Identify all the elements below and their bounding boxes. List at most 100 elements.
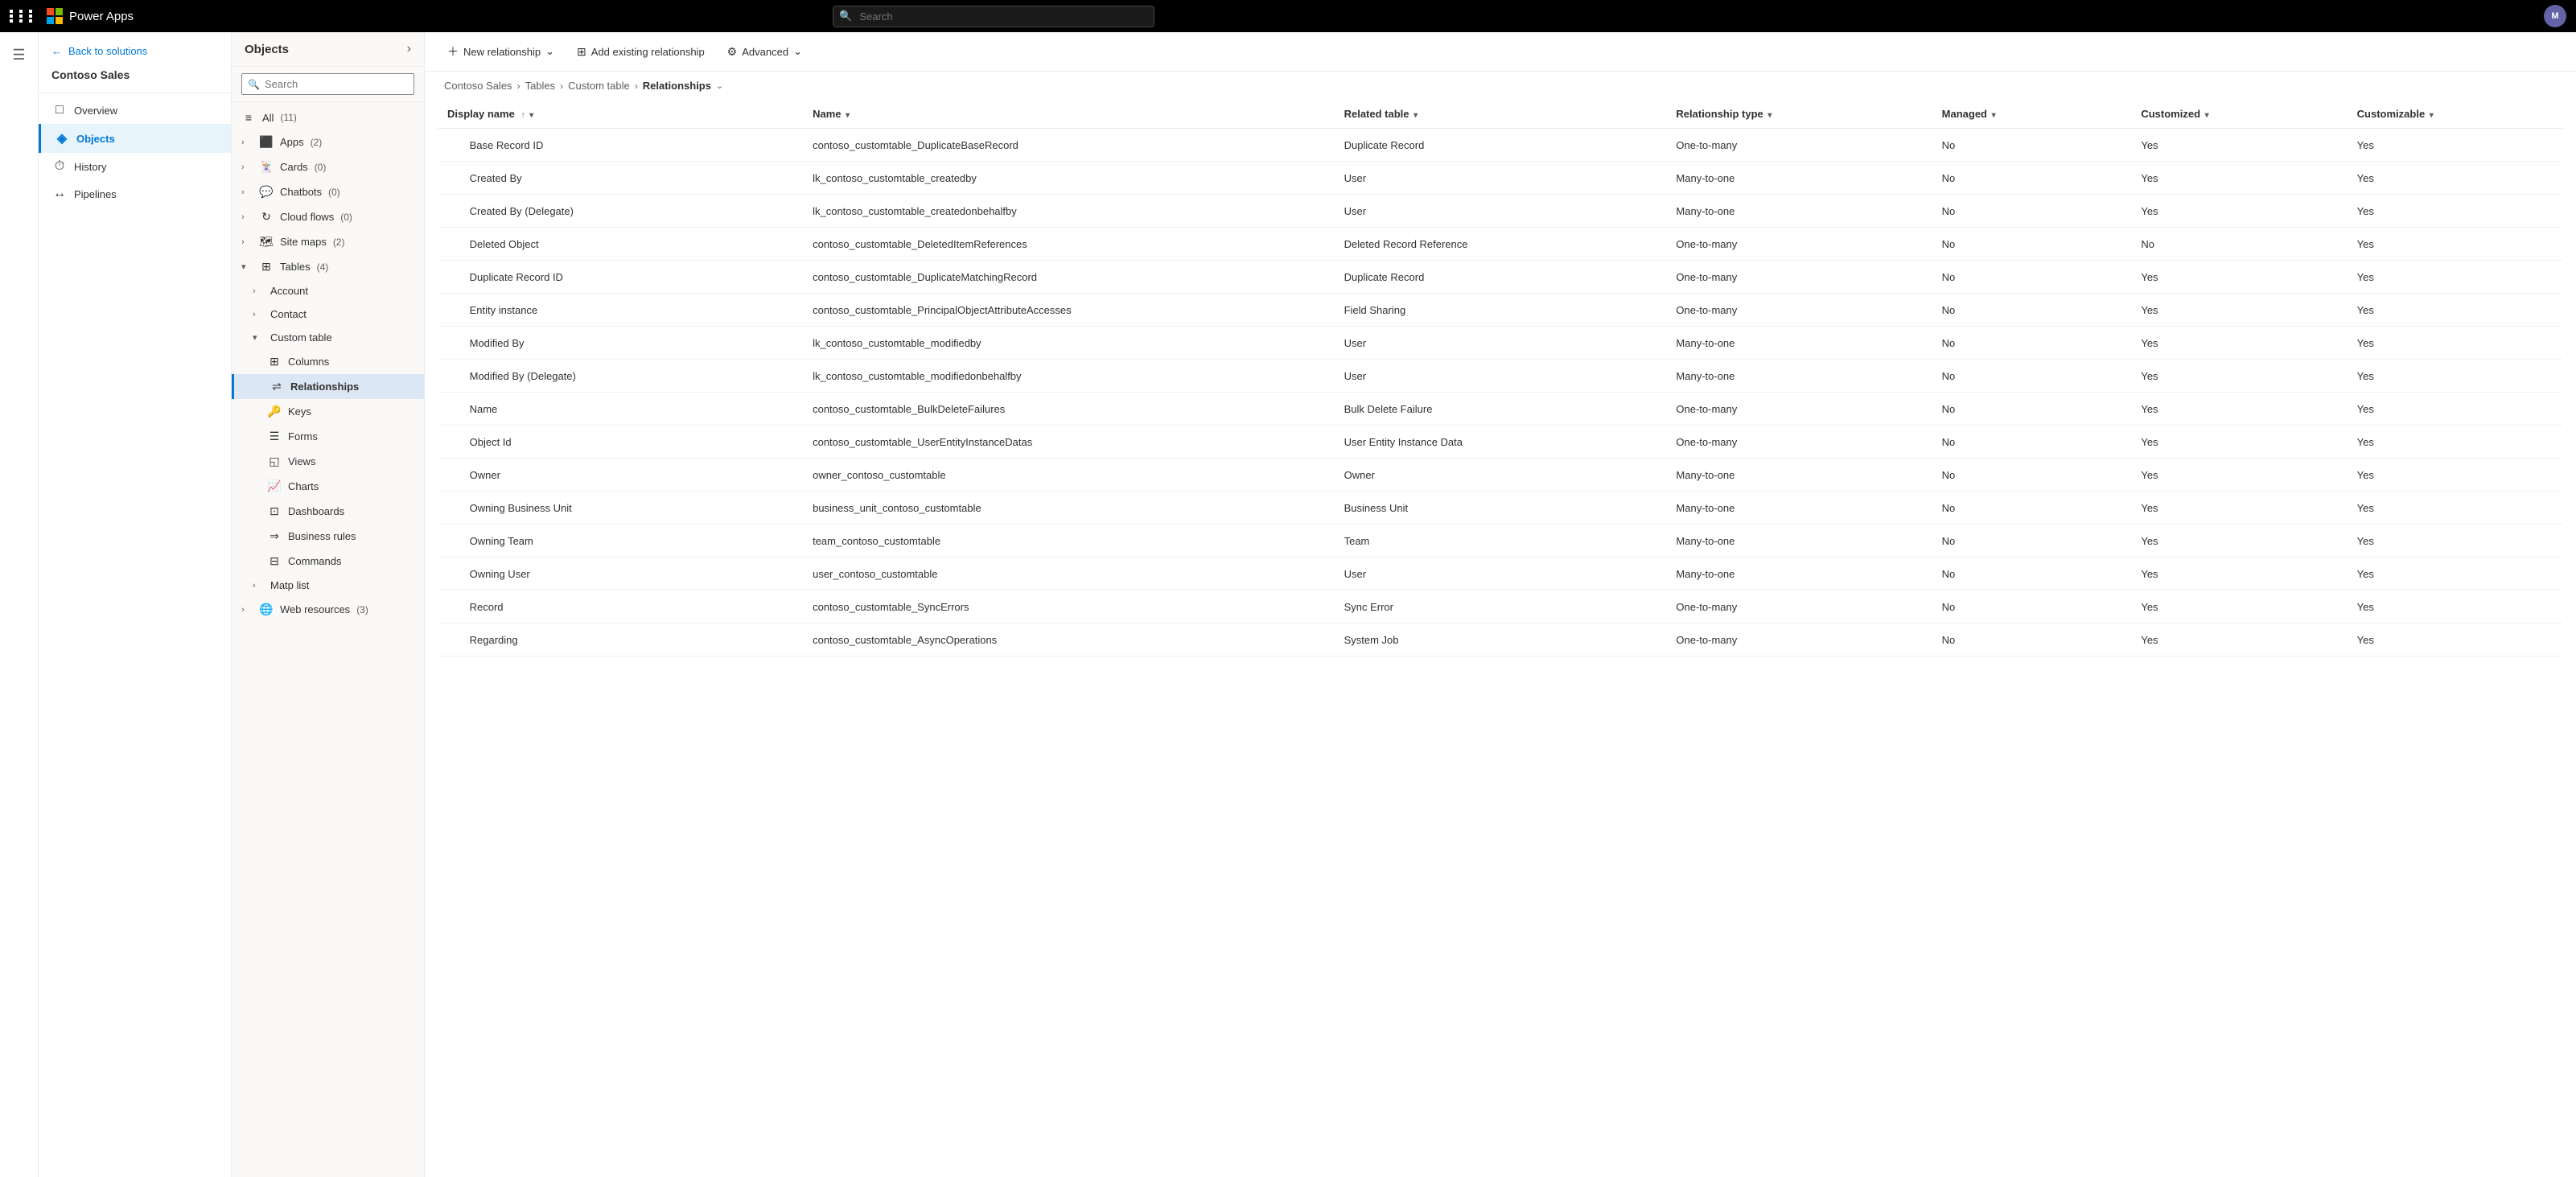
objects-nav-chatbots[interactable]: › 💬 Chatbots (0): [232, 179, 424, 204]
objects-nav-forms[interactable]: ☰ Forms: [232, 424, 424, 449]
table-body: ⋮ Base Record ID contoso_customtable_Dup…: [438, 129, 2563, 656]
cell-customizable: Yes: [2348, 492, 2563, 525]
webresources-expand[interactable]: ›: [241, 605, 253, 615]
new-relationship-button[interactable]: ＋ New relationship ⌄: [438, 39, 564, 64]
relationships-table: Display name ↑ ▾ Name ▾ Related table ▾ …: [438, 100, 2563, 656]
hamburger-menu-button[interactable]: ☰: [3, 39, 35, 71]
objects-nav-sitemaps[interactable]: › 🗺 Site maps (2): [232, 229, 424, 254]
objects-nav-customtable[interactable]: ▾ Custom table: [232, 326, 424, 349]
customtable-label: Custom table: [270, 331, 332, 344]
far-nav: ☰: [0, 32, 39, 1177]
cell-customizable: Yes: [2348, 129, 2563, 162]
advanced-chevron-icon: ⌄: [793, 45, 802, 58]
cell-customized: Yes: [2131, 393, 2347, 426]
keys-label: Keys: [288, 405, 311, 418]
col-header-relationship-type[interactable]: Relationship type ▾: [1666, 100, 1932, 129]
maplist-expand[interactable]: ›: [253, 581, 264, 591]
breadcrumb-sep3: ›: [635, 80, 638, 92]
objects-nav-tables[interactable]: ▾ ⊞ Tables (4): [232, 254, 424, 279]
cell-related-table: Owner: [1335, 459, 1667, 492]
objects-nav-contact[interactable]: › Contact: [232, 302, 424, 326]
objects-nav-dashboards[interactable]: ⊡ Dashboards: [232, 499, 424, 524]
objects-panel-title: Objects: [245, 43, 289, 56]
cards-expand[interactable]: ›: [241, 163, 253, 172]
customtable-expand[interactable]: ▾: [253, 332, 264, 343]
chatbots-expand[interactable]: ›: [241, 187, 253, 197]
table-row: ⋮ Owner owner_contoso_customtable Owner …: [438, 459, 2563, 492]
col-header-managed[interactable]: Managed ▾: [1932, 100, 2132, 129]
cell-name: lk_contoso_customtable_modifiedonbehalfb…: [803, 360, 1335, 393]
app-launcher-button[interactable]: [10, 10, 37, 23]
table-row: ⋮ Entity instance contoso_customtable_Pr…: [438, 294, 2563, 327]
objects-nav-commands[interactable]: ⊟ Commands: [232, 549, 424, 574]
cell-customizable: Yes: [2348, 459, 2563, 492]
table-header-row: Display name ↑ ▾ Name ▾ Related table ▾ …: [438, 100, 2563, 129]
table-row: ⋮ Object Id contoso_customtable_UserEnti…: [438, 426, 2563, 459]
customized-filter-icon: ▾: [2205, 111, 2209, 120]
sidebar-item-history[interactable]: ⏱ History: [39, 153, 231, 180]
cell-relationship-type: One-to-many: [1666, 294, 1932, 327]
cell-name: contoso_customtable_DuplicateMatchingRec…: [803, 261, 1335, 294]
cell-display-name: ⋮ Entity instance: [438, 294, 803, 327]
table-row: ⋮ Modified By (Delegate) lk_contoso_cust…: [438, 360, 2563, 393]
chatbots-label: Chatbots: [280, 186, 322, 198]
col-header-customized[interactable]: Customized ▾: [2131, 100, 2347, 129]
global-search-input[interactable]: [833, 6, 1154, 27]
cell-related-table: Duplicate Record: [1335, 261, 1667, 294]
back-arrow-icon: ←: [51, 45, 62, 57]
objects-nav-maplist[interactable]: › Matp list: [232, 574, 424, 597]
sitemaps-expand[interactable]: ›: [241, 237, 253, 247]
cloudflows-icon: ↻: [259, 210, 274, 224]
webresources-count: (3): [356, 604, 368, 615]
objects-nav-businessrules[interactable]: ⇒ Business rules: [232, 524, 424, 549]
objects-nav-webresources[interactable]: › 🌐 Web resources (3): [232, 597, 424, 622]
breadcrumb-customtable[interactable]: Custom table: [568, 80, 630, 92]
close-panel-button[interactable]: ›: [407, 42, 411, 56]
objects-nav-views[interactable]: ◱ Views: [232, 449, 424, 474]
account-expand[interactable]: ›: [253, 286, 264, 296]
back-to-solutions-button[interactable]: ← Back to solutions: [51, 40, 218, 62]
cell-related-table: Deleted Record Reference: [1335, 228, 1667, 261]
table-row: ⋮ Regarding contoso_customtable_AsyncOpe…: [438, 623, 2563, 656]
objects-nav-columns[interactable]: ⊞ Columns: [232, 349, 424, 374]
sidebar-item-objects[interactable]: ◈ Objects: [39, 124, 231, 153]
advanced-button[interactable]: ⚙ Advanced ⌄: [718, 40, 812, 64]
breadcrumb-dropdown-button[interactable]: ⌄: [716, 80, 723, 91]
objects-search-input[interactable]: [241, 73, 414, 95]
col-header-related-table[interactable]: Related table ▾: [1335, 100, 1667, 129]
all-icon: ≡: [241, 111, 256, 124]
objects-search-container: 🔍: [232, 67, 424, 102]
sidebar-item-pipelines[interactable]: ↔ Pipelines: [39, 180, 231, 208]
objects-nav-apps[interactable]: › ⬛ Apps (2): [232, 130, 424, 154]
related-filter-icon: ▾: [1414, 111, 1418, 120]
contact-expand[interactable]: ›: [253, 310, 264, 319]
breadcrumb-contoso[interactable]: Contoso Sales: [444, 80, 512, 92]
objects-nav-charts[interactable]: 📈 Charts: [232, 474, 424, 499]
apps-expand[interactable]: ›: [241, 138, 253, 147]
maplist-label: Matp list: [270, 579, 309, 591]
advanced-icon: ⚙: [727, 45, 738, 59]
cell-related-table: Business Unit: [1335, 492, 1667, 525]
col-header-display-name[interactable]: Display name ↑ ▾: [438, 100, 803, 129]
chatbots-count: (0): [328, 187, 340, 198]
breadcrumb-tables[interactable]: Tables: [525, 80, 556, 92]
col-header-customizable[interactable]: Customizable ▾: [2348, 100, 2563, 129]
avatar[interactable]: M: [2544, 5, 2566, 27]
objects-nav-all[interactable]: ≡ All (11): [232, 105, 424, 130]
objects-nav-account[interactable]: › Account: [232, 279, 424, 302]
cell-managed: No: [1932, 360, 2132, 393]
objects-nav-cards[interactable]: › 🃏 Cards (0): [232, 154, 424, 179]
cloudflows-label: Cloud flows: [280, 211, 334, 223]
sidebar-item-overview[interactable]: □ Overview: [39, 97, 231, 124]
objects-nav-relationships[interactable]: ⇌ Relationships: [232, 374, 424, 399]
cell-customized: No: [2131, 228, 2347, 261]
col-header-name[interactable]: Name ▾: [803, 100, 1335, 129]
objects-nav-keys[interactable]: 🔑 Keys: [232, 399, 424, 424]
objects-nav-cloudflows[interactable]: › ↻ Cloud flows (0): [232, 204, 424, 229]
cloudflows-expand[interactable]: ›: [241, 212, 253, 222]
table-row: ⋮ Owning Business Unit business_unit_con…: [438, 492, 2563, 525]
commands-label: Commands: [288, 555, 341, 567]
tables-expand[interactable]: ▾: [241, 261, 253, 272]
cell-name: contoso_customtable_PrincipalObjectAttri…: [803, 294, 1335, 327]
add-existing-relationship-button[interactable]: ⊞ Add existing relationship: [567, 40, 714, 64]
